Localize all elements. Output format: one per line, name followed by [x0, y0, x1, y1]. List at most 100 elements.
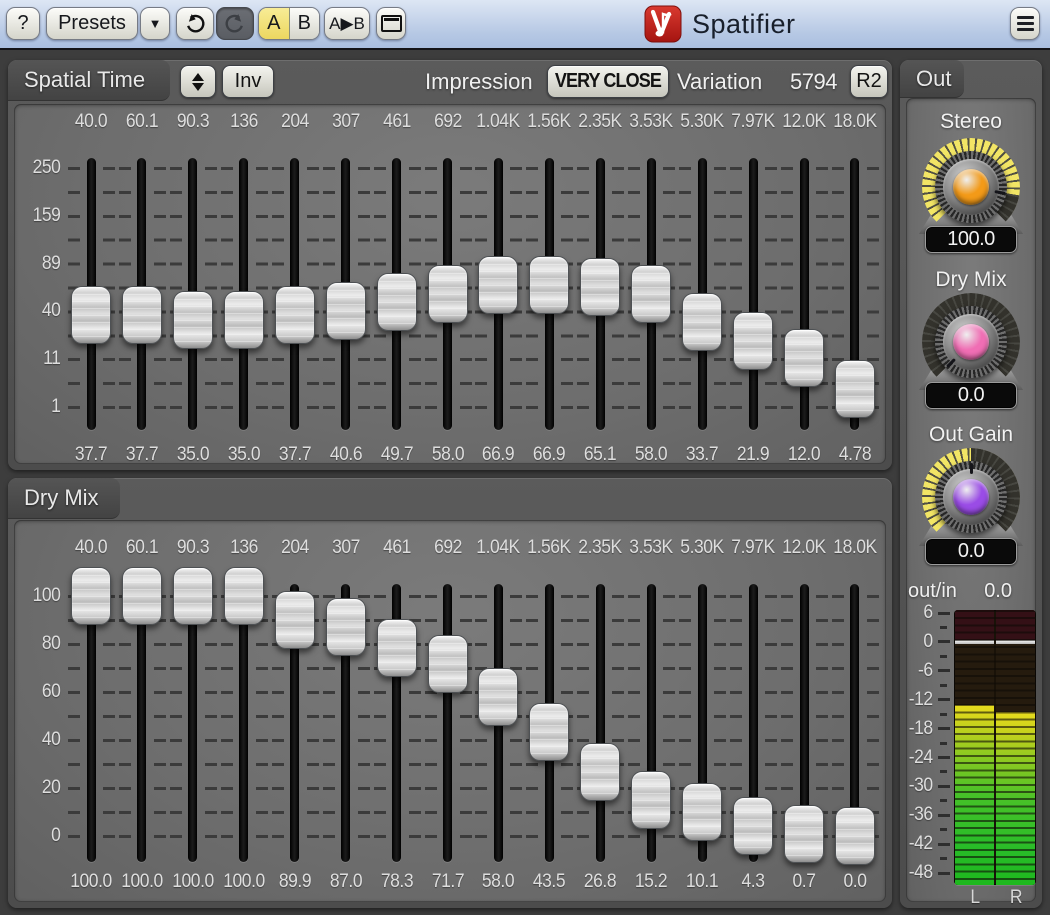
- compact-view-button[interactable]: [376, 7, 406, 40]
- spatial-time-slider-value: 35.0: [228, 444, 260, 466]
- variation-value[interactable]: 5794: [790, 69, 837, 95]
- tab-dry-mix[interactable]: Dry Mix: [8, 478, 120, 519]
- a-to-b-copy-button[interactable]: A▶B: [324, 7, 370, 40]
- dry-mix-slider-thumb[interactable]: [631, 771, 671, 829]
- spatial-time-axis-tick-label: 159: [24, 205, 61, 227]
- spatial-time-slider-thumb[interactable]: [122, 286, 162, 344]
- spatial-time-tick-marks: [714, 167, 726, 409]
- help-button[interactable]: ?: [6, 7, 40, 40]
- stereo-knob[interactable]: [922, 138, 1020, 236]
- randomize-button[interactable]: R2: [850, 65, 888, 98]
- meter-channel-label: L: [970, 887, 979, 909]
- dry-mix-axis-tick-label: 40: [24, 729, 61, 751]
- spatial-time-slider-thumb[interactable]: [529, 256, 569, 314]
- spatial-time-slider-track[interactable]: [800, 158, 809, 430]
- spatial-time-slider-value: 66.9: [533, 444, 565, 466]
- redo-button[interactable]: [216, 7, 254, 40]
- dry-mix-axis-tick-label: 60: [24, 681, 61, 703]
- voxengo-logo: [644, 5, 682, 43]
- spinner-up-icon: [192, 73, 204, 81]
- spatial-time-freq-label: 307: [332, 111, 360, 133]
- dry-mix-slider-thumb[interactable]: [71, 567, 111, 625]
- spatial-time-freq-label: 18.0K: [833, 111, 876, 133]
- spatial-time-axis-tick-label: 40: [24, 300, 61, 322]
- spatial-time-slider-thumb[interactable]: [224, 291, 264, 349]
- dry-mix-slider-thumb[interactable]: [835, 807, 875, 865]
- dry-mix-slider-track[interactable]: [443, 584, 452, 862]
- stereo-value-box[interactable]: 100.0: [925, 226, 1017, 253]
- ab-switch-a[interactable]: A: [259, 8, 290, 39]
- meter-scale-label: 0: [901, 631, 932, 653]
- dry-mix-freq-label: 5.30K: [680, 537, 723, 559]
- spatial-time-slider-track[interactable]: [749, 158, 758, 430]
- dry-mix-tick-marks: [781, 595, 793, 838]
- impression-value-button[interactable]: VERY CLOSE: [547, 65, 669, 98]
- dry-mix-slider-thumb[interactable]: [122, 567, 162, 625]
- spatial-time-slider-thumb[interactable]: [784, 329, 824, 387]
- spatial-time-slider-thumb[interactable]: [326, 282, 366, 340]
- group-spinner-button[interactable]: [180, 65, 216, 98]
- spatial-time-slider-thumb[interactable]: [428, 265, 468, 323]
- impression-value: VERY CLOSE: [555, 70, 661, 93]
- meter-major-tick: [938, 669, 950, 672]
- dry-mix-slider-thumb[interactable]: [529, 703, 569, 761]
- dry-mix-slider-track[interactable]: [188, 584, 197, 862]
- spatial-time-slider-thumb[interactable]: [173, 291, 213, 349]
- undo-button[interactable]: [176, 7, 214, 40]
- spatial-time-freq-label: 1.56K: [528, 111, 571, 133]
- window-icon: [381, 15, 402, 32]
- dry-mix-slider-thumb[interactable]: [326, 598, 366, 656]
- ab-switch-b[interactable]: B: [290, 8, 320, 39]
- dry-mix-slider-thumb[interactable]: [784, 805, 824, 863]
- out-gain-knob[interactable]: [922, 448, 1020, 546]
- dry-mix-slider-value: 78.3: [380, 871, 412, 893]
- invert-button[interactable]: Inv: [222, 65, 274, 98]
- dry-mix-slider-thumb[interactable]: [275, 591, 315, 649]
- spatial-time-slider-thumb[interactable]: [631, 265, 671, 323]
- dry-mix-knob[interactable]: [922, 293, 1020, 391]
- spatial-time-slider-thumb[interactable]: [377, 273, 417, 331]
- meter-major-tick: [938, 872, 950, 875]
- presets-button[interactable]: Presets: [46, 7, 138, 40]
- dry-mix-tick-marks: [425, 595, 437, 838]
- dry-mix-slider-thumb[interactable]: [580, 743, 620, 801]
- dry-mix-slider-value: 87.0: [330, 871, 362, 893]
- dry-mix-slider-thumb[interactable]: [173, 567, 213, 625]
- spatial-time-slider-thumb[interactable]: [71, 286, 111, 344]
- tab-spatial-time[interactable]: Spatial Time: [8, 60, 170, 101]
- spatial-time-slider-thumb[interactable]: [733, 312, 773, 370]
- knob-pointer-icon: [970, 463, 973, 474]
- spatial-time-slider-thumb[interactable]: [835, 360, 875, 418]
- dry-mix-slider-track[interactable]: [137, 584, 146, 862]
- dry-mix-slider-thumb[interactable]: [478, 668, 518, 726]
- spinner-down-icon: [192, 83, 204, 91]
- spatial-time-slider-thumb[interactable]: [580, 258, 620, 316]
- dry-mix-tick-marks: [256, 595, 268, 838]
- spatial-time-slider-thumb[interactable]: [478, 256, 518, 314]
- dry-mix-slider-track[interactable]: [596, 584, 605, 862]
- dry-mix-tick-marks: [154, 595, 166, 838]
- variation-label: Variation: [677, 69, 762, 95]
- spatial-time-freq-label: 1.04K: [477, 111, 520, 133]
- spatial-time-slider-thumb[interactable]: [682, 293, 722, 351]
- dry-mix-slider-track[interactable]: [239, 584, 248, 862]
- dry-mix-slider-value: 10.1: [686, 871, 718, 893]
- dry-mix-slider-thumb[interactable]: [682, 783, 722, 841]
- spatial-time-freq-label: 60.1: [126, 111, 158, 133]
- dry-mix-tick-marks: [577, 595, 589, 838]
- tab-out[interactable]: Out: [900, 60, 964, 98]
- dry-mix-slider-thumb[interactable]: [377, 619, 417, 677]
- spatial-time-slider-thumb[interactable]: [275, 286, 315, 344]
- meter-minor-tick: [940, 770, 947, 773]
- dry-mix-slider-value: 71.7: [431, 871, 463, 893]
- presets-dropdown-button[interactable]: ▼: [140, 7, 170, 40]
- dry-mix-slider-track[interactable]: [87, 584, 96, 862]
- dry-mix-value-box[interactable]: 0.0: [925, 382, 1017, 409]
- spatial-time-tick-marks: [256, 167, 268, 409]
- dry-mix-tick-marks: [68, 595, 80, 838]
- out-gain-value-box[interactable]: 0.0: [925, 538, 1017, 565]
- dry-mix-slider-thumb[interactable]: [733, 797, 773, 855]
- dry-mix-slider-thumb[interactable]: [428, 635, 468, 693]
- dry-mix-slider-thumb[interactable]: [224, 567, 264, 625]
- menu-button[interactable]: [1010, 7, 1040, 40]
